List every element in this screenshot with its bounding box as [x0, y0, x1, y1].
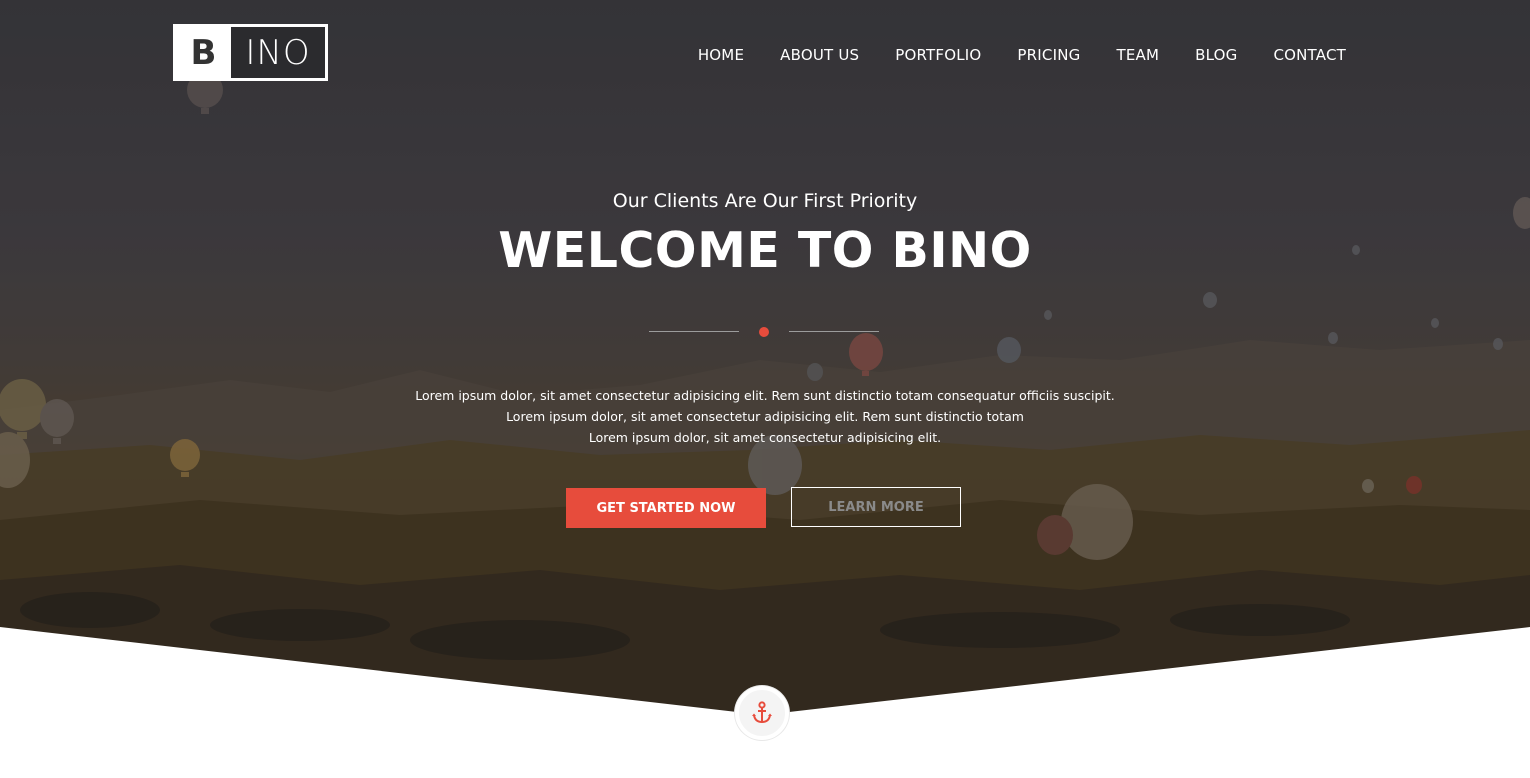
- hero-title: WELCOME TO BINO: [498, 222, 1032, 279]
- hero-description-line: Lorem ipsum dolor, sit amet consectetur …: [588, 430, 942, 445]
- hero-description: Lorem ipsum dolor, sit amet consectetur …: [0, 385, 1530, 448]
- nav-item-about-us[interactable]: ABOUT US: [780, 45, 859, 65]
- logo-letter: B: [176, 27, 231, 78]
- get-started-button[interactable]: GET STARTED NOW: [566, 488, 766, 528]
- nav-item-pricing[interactable]: PRICING: [1017, 45, 1080, 65]
- site-logo[interactable]: B INO: [173, 24, 328, 81]
- divider-line-left: [649, 331, 739, 332]
- hero-subtitle: Our Clients Are Our First Priority: [612, 190, 918, 212]
- title-divider: [649, 326, 879, 338]
- scroll-down-button[interactable]: [735, 686, 789, 740]
- nav-item-contact[interactable]: CONTACT: [1273, 45, 1346, 65]
- nav-item-team[interactable]: TEAM: [1116, 45, 1159, 65]
- nav-item-home[interactable]: HOME: [698, 45, 744, 65]
- nav-item-blog[interactable]: BLOG: [1195, 45, 1237, 65]
- anchor-icon: [752, 701, 772, 724]
- nav-item-portfolio[interactable]: PORTFOLIO: [895, 45, 981, 65]
- hero-description-line: Lorem ipsum dolor, sit amet consectetur …: [506, 409, 1024, 424]
- main-nav: HOME ABOUT US PORTFOLIO PRICING TEAM BLO…: [698, 45, 1346, 65]
- learn-more-button[interactable]: LEARN MORE: [791, 487, 961, 527]
- divider-dot: [759, 327, 769, 337]
- logo-text: INO: [245, 32, 311, 73]
- divider-line-right: [789, 331, 879, 332]
- hero-description-line: Lorem ipsum dolor, sit amet consectetur …: [415, 388, 1115, 403]
